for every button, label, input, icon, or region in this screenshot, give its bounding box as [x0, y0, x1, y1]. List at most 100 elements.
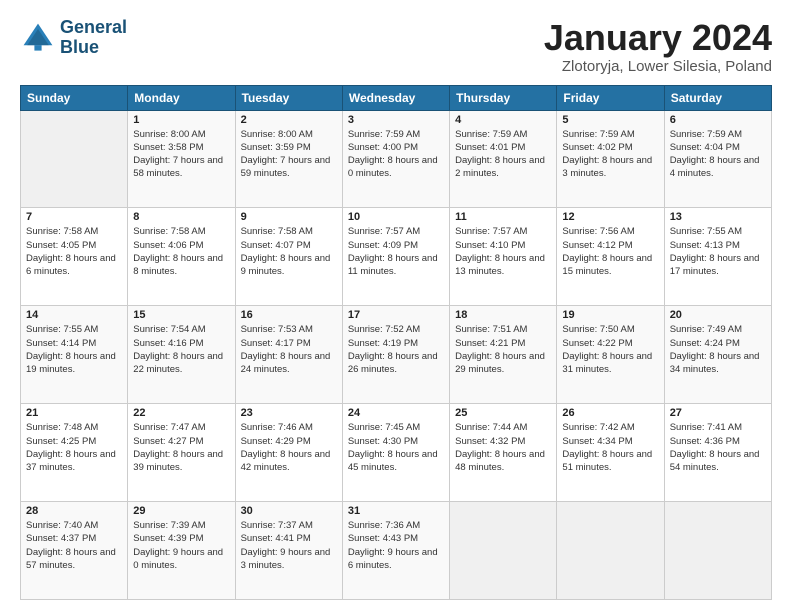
weekday-header-row: Sunday Monday Tuesday Wednesday Thursday…	[21, 85, 772, 110]
day-info: Sunrise: 7:37 AMSunset: 4:41 PMDaylight:…	[241, 520, 331, 571]
table-cell	[21, 110, 128, 208]
day-info: Sunrise: 7:59 AMSunset: 4:04 PMDaylight:…	[670, 129, 760, 180]
day-number: 26	[562, 407, 658, 419]
day-info: Sunrise: 7:56 AMSunset: 4:12 PMDaylight:…	[562, 226, 652, 277]
day-info: Sunrise: 8:00 AMSunset: 3:59 PMDaylight:…	[241, 129, 331, 180]
table-cell: 4 Sunrise: 7:59 AMSunset: 4:01 PMDayligh…	[450, 110, 557, 208]
day-info: Sunrise: 7:55 AMSunset: 4:14 PMDaylight:…	[26, 324, 116, 375]
table-cell: 11 Sunrise: 7:57 AMSunset: 4:10 PMDaylig…	[450, 208, 557, 306]
table-cell: 31 Sunrise: 7:36 AMSunset: 4:43 PMDaylig…	[342, 502, 449, 600]
logo-line1: General	[60, 17, 127, 37]
table-cell	[557, 502, 664, 600]
day-info: Sunrise: 7:41 AMSunset: 4:36 PMDaylight:…	[670, 422, 760, 473]
day-info: Sunrise: 7:59 AMSunset: 4:01 PMDaylight:…	[455, 129, 545, 180]
table-cell: 23 Sunrise: 7:46 AMSunset: 4:29 PMDaylig…	[235, 404, 342, 502]
table-cell: 3 Sunrise: 7:59 AMSunset: 4:00 PMDayligh…	[342, 110, 449, 208]
header-friday: Friday	[557, 85, 664, 110]
day-info: Sunrise: 7:48 AMSunset: 4:25 PMDaylight:…	[26, 422, 116, 473]
logo-icon	[20, 20, 56, 56]
header-wednesday: Wednesday	[342, 85, 449, 110]
week-row-2: 7 Sunrise: 7:58 AMSunset: 4:05 PMDayligh…	[21, 208, 772, 306]
table-cell: 20 Sunrise: 7:49 AMSunset: 4:24 PMDaylig…	[664, 306, 771, 404]
table-cell: 19 Sunrise: 7:50 AMSunset: 4:22 PMDaylig…	[557, 306, 664, 404]
day-number: 25	[455, 407, 551, 419]
calendar-table: Sunday Monday Tuesday Wednesday Thursday…	[20, 85, 772, 600]
day-info: Sunrise: 7:55 AMSunset: 4:13 PMDaylight:…	[670, 226, 760, 277]
day-number: 7	[26, 211, 122, 223]
logo-text: General Blue	[60, 18, 127, 58]
table-cell: 18 Sunrise: 7:51 AMSunset: 4:21 PMDaylig…	[450, 306, 557, 404]
day-info: Sunrise: 8:00 AMSunset: 3:58 PMDaylight:…	[133, 129, 223, 180]
location-subtitle: Zlotoryja, Lower Silesia, Poland	[544, 58, 772, 75]
table-cell: 22 Sunrise: 7:47 AMSunset: 4:27 PMDaylig…	[128, 404, 235, 502]
table-cell: 7 Sunrise: 7:58 AMSunset: 4:05 PMDayligh…	[21, 208, 128, 306]
week-row-1: 1 Sunrise: 8:00 AMSunset: 3:58 PMDayligh…	[21, 110, 772, 208]
day-number: 17	[348, 309, 444, 321]
table-cell: 5 Sunrise: 7:59 AMSunset: 4:02 PMDayligh…	[557, 110, 664, 208]
table-cell: 30 Sunrise: 7:37 AMSunset: 4:41 PMDaylig…	[235, 502, 342, 600]
table-cell	[664, 502, 771, 600]
day-number: 9	[241, 211, 337, 223]
day-number: 14	[26, 309, 122, 321]
day-info: Sunrise: 7:58 AMSunset: 4:05 PMDaylight:…	[26, 226, 116, 277]
day-info: Sunrise: 7:57 AMSunset: 4:10 PMDaylight:…	[455, 226, 545, 277]
table-cell: 9 Sunrise: 7:58 AMSunset: 4:07 PMDayligh…	[235, 208, 342, 306]
day-number: 18	[455, 309, 551, 321]
day-number: 3	[348, 114, 444, 126]
header-sunday: Sunday	[21, 85, 128, 110]
day-number: 29	[133, 505, 229, 517]
header-monday: Monday	[128, 85, 235, 110]
day-number: 19	[562, 309, 658, 321]
day-info: Sunrise: 7:50 AMSunset: 4:22 PMDaylight:…	[562, 324, 652, 375]
day-number: 13	[670, 211, 766, 223]
day-info: Sunrise: 7:47 AMSunset: 4:27 PMDaylight:…	[133, 422, 223, 473]
calendar-page: General Blue January 2024 Zlotoryja, Low…	[0, 0, 792, 612]
day-info: Sunrise: 7:54 AMSunset: 4:16 PMDaylight:…	[133, 324, 223, 375]
table-cell: 26 Sunrise: 7:42 AMSunset: 4:34 PMDaylig…	[557, 404, 664, 502]
day-info: Sunrise: 7:39 AMSunset: 4:39 PMDaylight:…	[133, 520, 223, 571]
header-saturday: Saturday	[664, 85, 771, 110]
day-number: 15	[133, 309, 229, 321]
day-number: 5	[562, 114, 658, 126]
day-number: 21	[26, 407, 122, 419]
day-number: 6	[670, 114, 766, 126]
day-number: 28	[26, 505, 122, 517]
day-number: 8	[133, 211, 229, 223]
day-number: 24	[348, 407, 444, 419]
table-cell: 25 Sunrise: 7:44 AMSunset: 4:32 PMDaylig…	[450, 404, 557, 502]
table-cell: 29 Sunrise: 7:39 AMSunset: 4:39 PMDaylig…	[128, 502, 235, 600]
table-cell: 6 Sunrise: 7:59 AMSunset: 4:04 PMDayligh…	[664, 110, 771, 208]
day-info: Sunrise: 7:42 AMSunset: 4:34 PMDaylight:…	[562, 422, 652, 473]
table-cell: 28 Sunrise: 7:40 AMSunset: 4:37 PMDaylig…	[21, 502, 128, 600]
week-row-4: 21 Sunrise: 7:48 AMSunset: 4:25 PMDaylig…	[21, 404, 772, 502]
table-cell: 21 Sunrise: 7:48 AMSunset: 4:25 PMDaylig…	[21, 404, 128, 502]
day-info: Sunrise: 7:40 AMSunset: 4:37 PMDaylight:…	[26, 520, 116, 571]
table-cell	[450, 502, 557, 600]
logo-line2: Blue	[60, 37, 99, 57]
day-info: Sunrise: 7:59 AMSunset: 4:00 PMDaylight:…	[348, 129, 438, 180]
day-number: 11	[455, 211, 551, 223]
day-info: Sunrise: 7:45 AMSunset: 4:30 PMDaylight:…	[348, 422, 438, 473]
day-info: Sunrise: 7:52 AMSunset: 4:19 PMDaylight:…	[348, 324, 438, 375]
day-info: Sunrise: 7:58 AMSunset: 4:06 PMDaylight:…	[133, 226, 223, 277]
week-row-5: 28 Sunrise: 7:40 AMSunset: 4:37 PMDaylig…	[21, 502, 772, 600]
day-number: 16	[241, 309, 337, 321]
header-tuesday: Tuesday	[235, 85, 342, 110]
table-cell: 13 Sunrise: 7:55 AMSunset: 4:13 PMDaylig…	[664, 208, 771, 306]
day-info: Sunrise: 7:36 AMSunset: 4:43 PMDaylight:…	[348, 520, 438, 571]
day-info: Sunrise: 7:59 AMSunset: 4:02 PMDaylight:…	[562, 129, 652, 180]
header: General Blue January 2024 Zlotoryja, Low…	[20, 18, 772, 75]
table-cell: 8 Sunrise: 7:58 AMSunset: 4:06 PMDayligh…	[128, 208, 235, 306]
title-area: January 2024 Zlotoryja, Lower Silesia, P…	[544, 18, 772, 75]
day-number: 4	[455, 114, 551, 126]
table-cell: 1 Sunrise: 8:00 AMSunset: 3:58 PMDayligh…	[128, 110, 235, 208]
day-number: 12	[562, 211, 658, 223]
day-info: Sunrise: 7:53 AMSunset: 4:17 PMDaylight:…	[241, 324, 331, 375]
table-cell: 16 Sunrise: 7:53 AMSunset: 4:17 PMDaylig…	[235, 306, 342, 404]
table-cell: 10 Sunrise: 7:57 AMSunset: 4:09 PMDaylig…	[342, 208, 449, 306]
table-cell: 17 Sunrise: 7:52 AMSunset: 4:19 PMDaylig…	[342, 306, 449, 404]
day-number: 2	[241, 114, 337, 126]
table-cell: 12 Sunrise: 7:56 AMSunset: 4:12 PMDaylig…	[557, 208, 664, 306]
day-number: 10	[348, 211, 444, 223]
day-info: Sunrise: 7:44 AMSunset: 4:32 PMDaylight:…	[455, 422, 545, 473]
